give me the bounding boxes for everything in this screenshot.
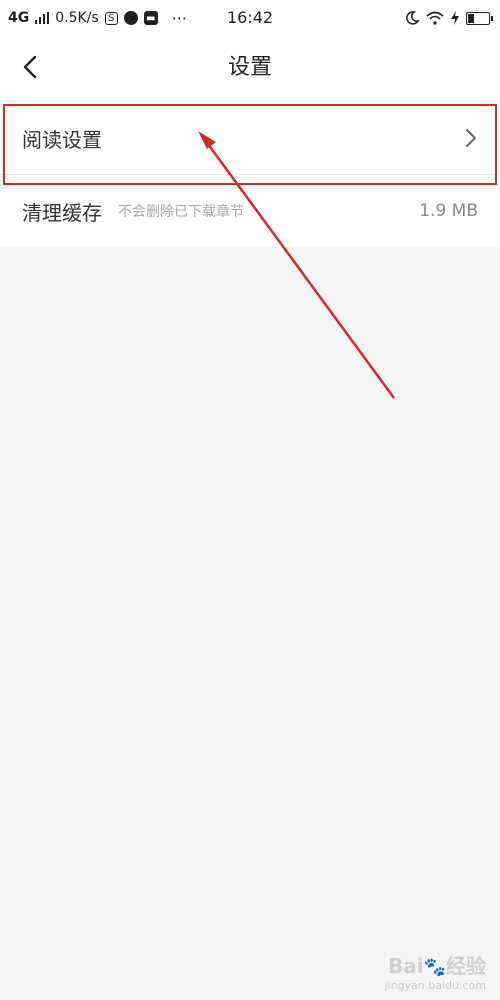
clear-cache-label: 清理缓存	[22, 200, 102, 225]
reading-settings-label: 阅读设置	[22, 127, 102, 152]
reading-settings-item[interactable]: 阅读设置	[0, 102, 500, 174]
status-right	[405, 0, 493, 36]
settings-list: 阅读设置 清理缓存 不会删除已下载章节 1.9 MB	[0, 102, 500, 247]
clear-cache-hint: 不会删除已下载章节	[118, 204, 244, 220]
status-bar: 4G 0.5K/s S ▬ ··· 16:42	[0, 0, 500, 36]
watermark-text: 经验	[446, 954, 486, 978]
nav-bar: 设置	[0, 36, 500, 100]
paw-icon: 🐾	[423, 957, 446, 978]
moon-icon	[406, 11, 419, 25]
watermark-url: jingyan.baidu.com	[384, 979, 486, 992]
clear-cache-item[interactable]: 清理缓存 不会删除已下载章节 1.9 MB	[0, 174, 500, 247]
watermark-brand: Bai	[387, 954, 424, 978]
wifi-icon	[426, 11, 444, 25]
cache-size: 1.9 MB	[419, 201, 478, 221]
watermark: Bai🐾经验 jingyan.baidu.com	[384, 950, 486, 992]
page-title: 设置	[227, 55, 272, 80]
battery-icon	[466, 11, 493, 25]
charging-icon	[451, 11, 459, 25]
chevron-right-icon	[466, 129, 476, 147]
